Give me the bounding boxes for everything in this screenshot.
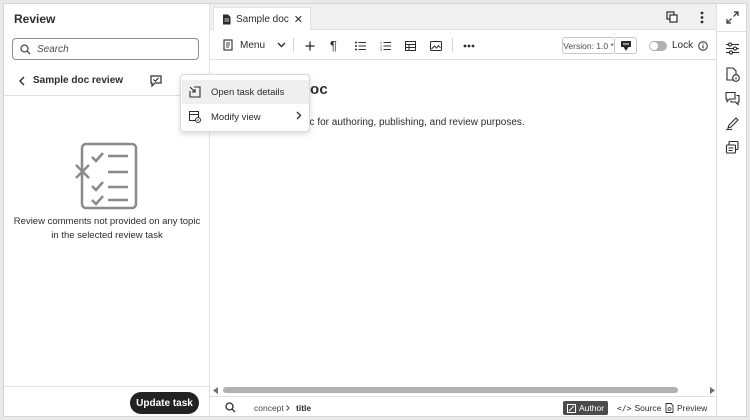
review-options-popup: Open task details Modify view	[180, 74, 310, 132]
author-mode-label: Author	[579, 403, 605, 413]
expand-icon[interactable]	[725, 10, 740, 25]
update-task-button[interactable]: Update task	[130, 392, 199, 414]
numbered-list-icon[interactable]: 1 2 3	[380, 41, 391, 51]
split-view-icon[interactable]	[666, 11, 678, 23]
source-mode-label: Source	[634, 403, 662, 413]
version-selector[interactable]: Version: 1.0 *	[562, 37, 615, 54]
search-icon	[20, 43, 31, 54]
insert-plus-icon[interactable]	[305, 41, 315, 51]
lock-label: Lock	[672, 40, 694, 51]
toggle-knob	[650, 42, 658, 50]
version-label-button[interactable]	[615, 37, 637, 54]
close-icon[interactable]: ✕	[294, 13, 303, 26]
checklist-illustration-icon	[75, 142, 138, 210]
author-mode-button[interactable]: Author	[563, 401, 609, 415]
document-title[interactable]: oc	[310, 81, 328, 98]
review-header-row: Sample doc review	[4, 66, 209, 96]
view-settings-icon	[189, 111, 201, 123]
breadcrumb-chevron-icon	[286, 405, 290, 411]
preview-icon	[665, 403, 674, 413]
menu-doc-icon	[223, 39, 233, 51]
tab-sample-doc[interactable]: Sample doc ✕	[213, 7, 311, 30]
empty-state-message: Review comments not provided on any topi…	[13, 216, 201, 241]
document-paragraph[interactable]: oc for authoring, publishing, and review…	[304, 117, 525, 128]
review-panel-footer: Update task	[4, 386, 209, 416]
review-panel-title: Review	[14, 12, 56, 26]
scroll-right-icon[interactable]	[710, 387, 715, 394]
author-icon	[567, 403, 576, 413]
review-panel: Review Sample doc review	[4, 4, 210, 416]
info-icon[interactable]	[698, 41, 708, 51]
preview-mode-button[interactable]: Preview	[661, 401, 711, 415]
references-icon[interactable]	[725, 140, 740, 155]
menu-item-modify-view[interactable]: Modify view	[182, 105, 309, 129]
svg-text:3: 3	[380, 48, 382, 51]
edit-attributes-icon[interactable]	[725, 116, 740, 131]
paragraph-icon[interactable]: ¶	[330, 38, 337, 53]
search-input[interactable]	[37, 43, 187, 55]
table-icon[interactable]	[405, 41, 416, 51]
more-horizontal-icon[interactable]	[463, 44, 475, 48]
document-icon	[223, 14, 231, 24]
app-window: Review Sample doc review	[3, 3, 747, 417]
menu-button[interactable]: Menu	[223, 36, 286, 54]
breadcrumb-concept[interactable]: concept	[254, 403, 284, 413]
menu-label: Menu	[240, 39, 266, 51]
toolbar-divider	[293, 38, 294, 52]
preview-mode-label: Preview	[677, 403, 708, 413]
scrollbar-thumb[interactable]	[223, 387, 678, 393]
scroll-left-icon[interactable]	[213, 387, 218, 394]
comments-icon[interactable]	[725, 91, 740, 106]
horizontal-scrollbar[interactable]	[210, 385, 716, 395]
comment-check-icon[interactable]	[149, 74, 163, 88]
menu-item-label: Open task details	[211, 86, 285, 98]
status-bar: concept title Author </> Source Preview	[210, 396, 716, 416]
chevron-right-icon	[296, 111, 302, 120]
more-vertical-icon[interactable]	[700, 11, 704, 24]
editor-area: Sample doc ✕ Menu ¶ 1 2 3 Version: 1.0 *…	[210, 4, 716, 416]
right-rail	[716, 4, 746, 416]
properties-icon[interactable]	[725, 41, 740, 56]
open-in-icon	[189, 86, 201, 98]
breadcrumb-title[interactable]: title	[296, 403, 311, 413]
toolbar-divider	[452, 38, 453, 52]
file-info-icon[interactable]	[725, 67, 740, 82]
lock-toggle[interactable]	[649, 41, 667, 51]
back-chevron-icon[interactable]	[17, 75, 27, 87]
editor-toolbar: Menu ¶ 1 2 3 Version: 1.0 * Lock	[210, 30, 716, 60]
chevron-down-icon	[277, 42, 286, 48]
tab-bar: Sample doc ✕	[210, 4, 716, 30]
code-icon: </>	[617, 403, 632, 413]
source-mode-button[interactable]: </> Source	[613, 401, 665, 415]
bulleted-list-icon[interactable]	[355, 41, 366, 51]
menu-item-open-task-details[interactable]: Open task details	[182, 80, 309, 104]
search-field[interactable]	[12, 38, 199, 60]
find-icon[interactable]	[225, 402, 236, 413]
tab-label: Sample doc	[236, 13, 289, 25]
version-tag-icon	[620, 41, 631, 51]
rail-divider	[717, 31, 746, 32]
image-icon[interactable]	[430, 41, 442, 51]
menu-item-label: Modify view	[211, 111, 261, 123]
review-task-title: Sample doc review	[33, 75, 124, 86]
